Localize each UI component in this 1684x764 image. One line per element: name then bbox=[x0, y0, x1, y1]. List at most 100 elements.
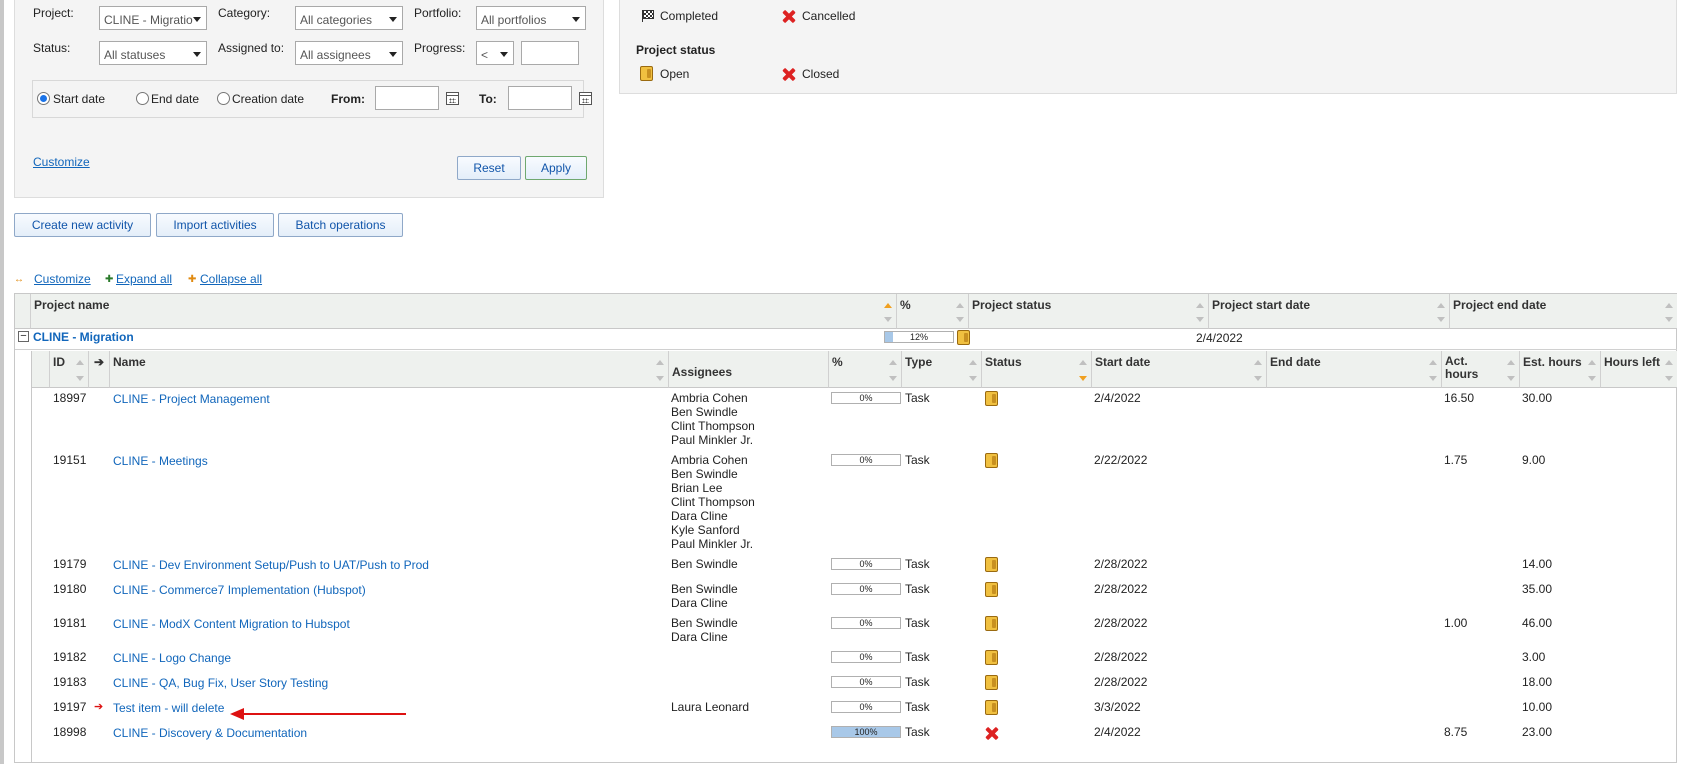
activity-name-link[interactable]: CLINE - Project Management bbox=[113, 392, 270, 406]
assignee-name: Kyle Sanford bbox=[671, 523, 740, 537]
sort-asc-icon[interactable] bbox=[656, 360, 664, 365]
assignee-list: Ben Swindle Dara Cline bbox=[671, 582, 738, 610]
col-status[interactable]: Status bbox=[982, 351, 1092, 388]
col-project-name[interactable]: Project name bbox=[31, 294, 897, 329]
activity-name-link[interactable]: CLINE - ModX Content Migration to Hubspo… bbox=[113, 617, 350, 631]
progress-input[interactable] bbox=[521, 41, 579, 65]
open-status-icon bbox=[985, 391, 998, 406]
project-select[interactable]: CLINE - Migratio bbox=[99, 6, 207, 30]
assignee-select[interactable]: All assignees bbox=[295, 41, 403, 65]
activity-progress-text: 100% bbox=[854, 727, 878, 737]
sort-asc-icon[interactable] bbox=[1079, 360, 1087, 365]
sort-desc-icon[interactable] bbox=[1196, 317, 1204, 322]
col-end-date[interactable]: End date bbox=[1267, 351, 1442, 388]
col-percent[interactable]: % bbox=[829, 351, 902, 388]
sort-asc-icon[interactable] bbox=[1588, 360, 1596, 365]
sort-asc-icon[interactable] bbox=[1665, 303, 1673, 308]
status-select[interactable]: All statuses bbox=[99, 41, 207, 65]
to-date-input[interactable] bbox=[508, 86, 572, 110]
col-id[interactable]: ID bbox=[50, 351, 89, 388]
calendar-icon[interactable] bbox=[446, 92, 459, 105]
activity-id: 18998 bbox=[53, 725, 87, 739]
sort-desc-icon[interactable] bbox=[1665, 317, 1673, 322]
activity-name-link[interactable]: CLINE - Discovery & Documentation bbox=[113, 726, 307, 740]
sort-desc-icon[interactable] bbox=[1588, 376, 1596, 381]
col-hours-left[interactable]: Hours left bbox=[1601, 351, 1677, 388]
start-date-radio[interactable] bbox=[37, 92, 50, 105]
col-project-end[interactable]: Project end date bbox=[1450, 294, 1677, 329]
sort-desc-icon[interactable] bbox=[1665, 376, 1673, 381]
sort-asc-icon[interactable] bbox=[889, 360, 897, 365]
project-name-link[interactable]: CLINE - Migration bbox=[33, 330, 134, 344]
assignee-list: Ben Swindle Dara Cline bbox=[671, 616, 738, 644]
calendar-icon[interactable] bbox=[579, 92, 592, 105]
assignee-name: Ben Swindle bbox=[671, 405, 738, 419]
col-est-hours[interactable]: Est. hours bbox=[1520, 351, 1601, 388]
progress-operator-select[interactable]: < bbox=[476, 41, 514, 65]
sort-desc-icon[interactable] bbox=[1079, 376, 1087, 381]
sort-desc-icon[interactable] bbox=[889, 376, 897, 381]
sort-asc-icon[interactable] bbox=[884, 303, 892, 308]
sort-desc-icon[interactable] bbox=[1429, 376, 1437, 381]
sort-asc-icon[interactable] bbox=[1429, 360, 1437, 365]
activity-name-link[interactable]: CLINE - Logo Change bbox=[113, 651, 231, 665]
apply-button[interactable]: Apply bbox=[525, 156, 587, 180]
from-date-input[interactable] bbox=[375, 86, 439, 110]
activity-est-hours: 14.00 bbox=[1522, 557, 1553, 571]
activity-name-link[interactable]: Test item - will delete bbox=[113, 701, 224, 715]
sort-asc-icon[interactable] bbox=[956, 303, 964, 308]
col-start-date[interactable]: Start date bbox=[1092, 351, 1267, 388]
col-name[interactable]: Name bbox=[110, 351, 669, 388]
sort-asc-icon[interactable] bbox=[1254, 360, 1262, 365]
col-end-date-label: End date bbox=[1270, 355, 1321, 369]
reset-button[interactable]: Reset bbox=[457, 156, 521, 180]
sort-asc-icon[interactable] bbox=[1507, 360, 1515, 365]
sort-desc-icon[interactable] bbox=[1254, 376, 1262, 381]
end-date-radio[interactable] bbox=[136, 92, 149, 105]
portfolio-select[interactable]: All portfolios bbox=[476, 6, 586, 30]
expand-all-link[interactable]: Expand all bbox=[116, 272, 172, 286]
assignee-name: Ambria Cohen bbox=[671, 453, 748, 467]
project-grid: Project name % Project status Project st… bbox=[14, 293, 1677, 763]
sort-desc-icon[interactable] bbox=[656, 376, 664, 381]
activity-name-link[interactable]: CLINE - QA, Bug Fix, User Story Testing bbox=[113, 676, 328, 690]
category-select[interactable]: All categories bbox=[295, 6, 403, 30]
sort-desc-icon[interactable] bbox=[956, 317, 964, 322]
collapse-toggle-icon[interactable]: − bbox=[18, 331, 29, 342]
col-project-percent[interactable]: % bbox=[897, 294, 969, 329]
sort-desc-icon[interactable] bbox=[1507, 376, 1515, 381]
sort-desc-icon[interactable] bbox=[1437, 317, 1445, 322]
col-project-start[interactable]: Project start date bbox=[1209, 294, 1450, 329]
start-date-radio-label: Start date bbox=[53, 92, 106, 106]
collapse-all-link[interactable]: Collapse all bbox=[200, 272, 262, 286]
activity-name-link[interactable]: CLINE - Meetings bbox=[113, 454, 208, 468]
batch-operations-button[interactable]: Batch operations bbox=[278, 213, 403, 237]
project-progress-text: 12% bbox=[909, 332, 928, 342]
sort-desc-icon[interactable] bbox=[884, 317, 892, 322]
import-activities-button[interactable]: Import activities bbox=[156, 213, 274, 237]
sort-asc-icon[interactable] bbox=[1437, 303, 1445, 308]
create-new-activity-button[interactable]: Create new activity bbox=[14, 213, 151, 237]
sort-asc-icon[interactable] bbox=[1196, 303, 1204, 308]
activity-est-hours: 3.00 bbox=[1522, 650, 1546, 664]
sort-desc-icon[interactable] bbox=[76, 376, 84, 381]
open-status-icon bbox=[985, 453, 998, 468]
col-project-status[interactable]: Project status bbox=[969, 294, 1209, 329]
creation-date-radio[interactable] bbox=[217, 92, 230, 105]
expand-icon: ✚ bbox=[105, 274, 114, 285]
sort-asc-icon[interactable] bbox=[1665, 360, 1673, 365]
progress-fill bbox=[885, 332, 894, 342]
sort-desc-icon[interactable] bbox=[969, 376, 977, 381]
filter-customize-link[interactable]: Customize bbox=[33, 155, 90, 169]
col-act-hours[interactable]: Act. hours bbox=[1442, 351, 1520, 388]
activity-type: Task bbox=[905, 616, 930, 630]
legend-open-label: Open bbox=[660, 67, 690, 81]
view-customize-link[interactable]: Customize bbox=[34, 272, 91, 286]
col-type-label: Type bbox=[905, 355, 933, 369]
sort-asc-icon[interactable] bbox=[76, 360, 84, 365]
col-type[interactable]: Type bbox=[902, 351, 982, 388]
activity-name-link[interactable]: CLINE - Commerce7 Implementation (Hubspo… bbox=[113, 583, 366, 597]
sort-asc-icon[interactable] bbox=[969, 360, 977, 365]
activity-name-link[interactable]: CLINE - Dev Environment Setup/Push to UA… bbox=[113, 558, 429, 572]
activity-type: Task bbox=[905, 700, 930, 714]
